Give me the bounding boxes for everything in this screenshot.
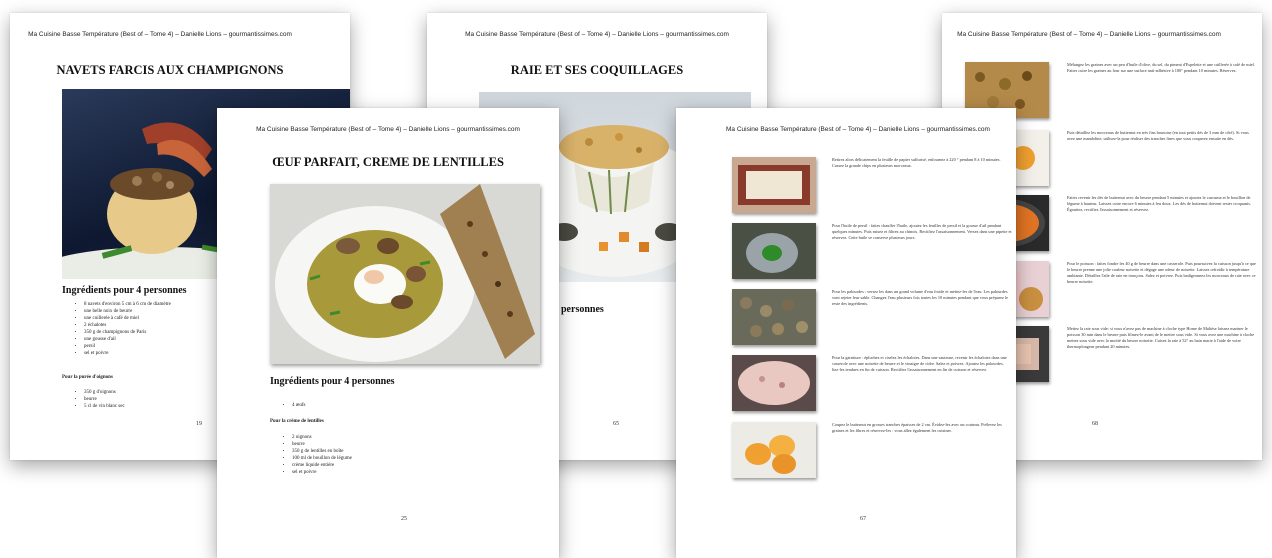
ingredient-item: une belle noix de beurre	[84, 308, 171, 315]
page-header: Ma Cuisine Basse Température (Best of – …	[28, 31, 292, 38]
step-text: Pour les palourdes : versez les dans un …	[832, 289, 1009, 306]
ingredient-item: 350 g d'oignons	[84, 389, 125, 396]
ingredients-title: Ingrédients pour 4 personnes	[270, 376, 395, 387]
step-text: Faites revenir les dés de butternut avec…	[1067, 195, 1251, 212]
recipe-photo-oeuf	[270, 184, 540, 364]
step-image-butternut-slices	[732, 422, 816, 478]
step-text: Mettez la raie sous vide: si vous n'avez…	[1067, 326, 1255, 349]
step-text: Pour la garniture : épluchez et ciselez …	[832, 355, 1007, 372]
step-text: Pour le poisson : faites fondre les 40 g…	[1067, 261, 1256, 284]
recipe-title: ŒUF PARFAIT, CREME DE LENTILLES	[272, 155, 504, 169]
page-header: Ma Cuisine Basse Température (Best of – …	[957, 31, 1221, 38]
ingredient-item: 2 échalotes	[84, 322, 171, 329]
page-number: 65	[613, 421, 619, 427]
ingredient-item: sel et poivre	[84, 350, 171, 357]
sub-ingredients-list: 350 g d'oignons beurre 5 cl de vin blanc…	[72, 389, 125, 410]
step-text: Pour l'huile de persil : faites chauffer…	[832, 223, 1012, 240]
sub-ingredients-list: 2 oignons beurre 350 g de lentilles en b…	[280, 434, 352, 476]
ingredient-item: une gousse d'ail	[84, 336, 171, 343]
ingredients-title: Ingrédients pour 4 personnes	[62, 285, 187, 296]
ingredient-item: persil	[84, 343, 171, 350]
ingredient-item: beurre	[292, 441, 352, 448]
step-image-garnish	[732, 355, 816, 411]
step-image-clams	[732, 289, 816, 345]
step-image-chips	[732, 157, 816, 213]
step-text: Coupez le butternut en grosses tranches …	[832, 422, 1002, 433]
recipe-title: NAVETS FARCIS AUX CHAMPIGNONS	[56, 63, 284, 77]
ingredient-item: 5 cl de vin blanc sec	[84, 403, 125, 410]
ingredient-item: 100 ml de bouillon de légume	[292, 455, 352, 462]
page-67: Ma Cuisine Basse Température (Best of – …	[676, 108, 1016, 558]
oeuf-photo-illustration	[275, 184, 535, 362]
ingredient-item: 8 navets d'environ 5 cm à 6 cm de diamèt…	[84, 301, 171, 308]
page-number: 67	[860, 516, 866, 522]
page-number: 68	[1092, 421, 1098, 427]
sub-section-title: Pour la crème de lentilles	[270, 419, 324, 424]
ingredient-item: 4 œufs	[292, 402, 305, 409]
ingredient-item: 350 g de lentilles en boîte	[292, 448, 352, 455]
page-header: Ma Cuisine Basse Température (Best of – …	[726, 126, 990, 133]
ingredient-item: beurre	[84, 396, 125, 403]
step-text: Puis détaillez les morceaux de butternut…	[1067, 130, 1249, 141]
step-text: Mélangez les graines avec un peu d'huile…	[1067, 62, 1255, 73]
page-header: Ma Cuisine Basse Température (Best of – …	[465, 31, 729, 38]
step-image-parsley-oil	[732, 223, 816, 279]
ingredient-item: 350 g de champignons de Paris	[84, 329, 171, 336]
ingredient-item: une cuillerée à café de miel	[84, 315, 171, 322]
ingredients-title-fragment: personnes	[561, 304, 604, 315]
page-number: 19	[196, 421, 202, 427]
sub-section-title: Pour la purée d'oignons	[62, 375, 113, 380]
page-25: Ma Cuisine Basse Température (Best of – …	[217, 108, 559, 558]
ingredient-item: 2 oignons	[292, 434, 352, 441]
page-number: 25	[401, 516, 407, 522]
ingredients-list: 4 œufs	[280, 402, 305, 409]
ingredient-item: crème liquide entière	[292, 462, 352, 469]
ingredient-item: sel et poivre	[292, 469, 352, 476]
page-header: Ma Cuisine Basse Température (Best of – …	[256, 126, 520, 133]
step-text: Retirez alors délicatement la feuille de…	[832, 157, 1001, 168]
recipe-title: RAIE ET SES COQUILLAGES	[510, 63, 684, 77]
ingredients-list: 8 navets d'environ 5 cm à 6 cm de diamèt…	[72, 301, 171, 357]
